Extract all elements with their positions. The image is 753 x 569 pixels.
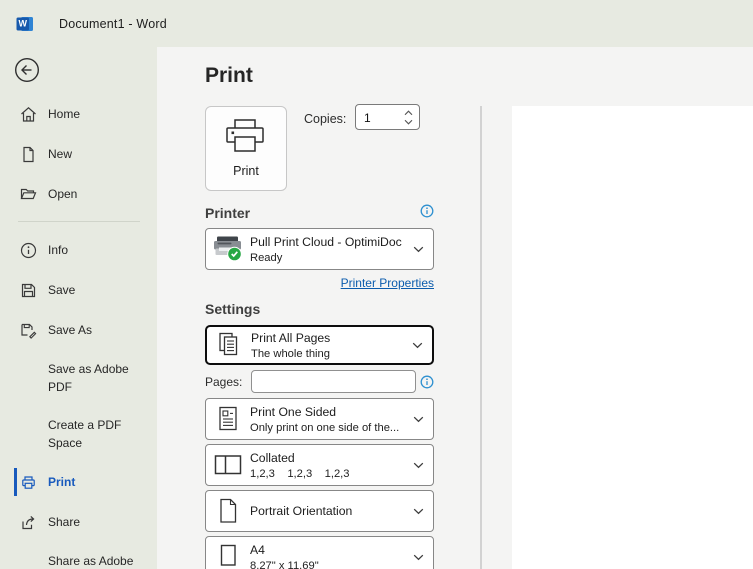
printer-name: Pull Print Cloud - OptimiDoc xyxy=(250,235,413,249)
sidebar-item-label: Open xyxy=(48,187,77,201)
chevron-down-icon xyxy=(413,554,424,561)
sidebar-item-label: Save xyxy=(48,283,75,297)
sidebar-item-label: New xyxy=(48,147,72,161)
back-arrow-icon xyxy=(14,57,40,83)
copies-stepper[interactable] xyxy=(355,104,420,130)
printer-status: Ready xyxy=(250,252,413,264)
collated-icon xyxy=(206,452,250,478)
select-title: A4 xyxy=(250,543,413,557)
paper-size-select[interactable]: A4 8.27" x 11.69" xyxy=(205,536,434,569)
open-folder-icon xyxy=(20,186,37,203)
document-preview-page xyxy=(512,106,753,569)
sidebar-item-label: Create a PDF Space xyxy=(48,417,148,452)
sidebar-item-label: Save as Adobe PDF xyxy=(48,361,148,396)
info-icon xyxy=(20,242,37,259)
svg-text:W: W xyxy=(18,18,27,28)
sidebar-item-label: Home xyxy=(48,107,80,121)
sidebar-item-save-as-adobe-pdf[interactable]: Save as Adobe PDF xyxy=(0,361,157,399)
page-title: Print xyxy=(205,64,253,88)
printer-info-icon[interactable] xyxy=(420,204,434,218)
word-logo-icon: W xyxy=(15,14,35,34)
home-icon xyxy=(20,106,37,123)
word-print-backstage: W Document1 - Word Home xyxy=(0,0,753,569)
copies-increment-button[interactable] xyxy=(403,108,414,117)
back-button[interactable] xyxy=(14,57,40,83)
print-button[interactable]: Print xyxy=(205,106,287,191)
pages-label: Pages: xyxy=(205,375,242,389)
save-icon xyxy=(20,282,37,299)
select-title: Print All Pages xyxy=(251,331,412,345)
select-subtitle: 1,2,3 1,2,3 1,2,3 xyxy=(250,468,413,480)
copies-input[interactable] xyxy=(356,105,410,131)
sidebar-item-new[interactable]: New xyxy=(0,140,157,168)
settings-section-heading: Settings xyxy=(205,301,260,317)
sidebar-item-print[interactable]: Print xyxy=(0,468,157,496)
duplex-select[interactable]: Print One Sided Only print on one side o… xyxy=(205,398,434,440)
sidebar-item-label: Save As xyxy=(48,323,92,337)
select-subtitle: The whole thing xyxy=(251,348,412,360)
print-all-pages-icon xyxy=(207,331,251,359)
chevron-down-icon xyxy=(413,508,424,515)
collation-select[interactable]: Collated 1,2,3 1,2,3 1,2,3 xyxy=(205,444,434,486)
print-range-select[interactable]: Print All Pages The whole thing xyxy=(205,325,434,365)
share-icon xyxy=(20,514,37,531)
print-icon xyxy=(20,474,37,491)
chevron-down-icon xyxy=(412,342,423,349)
printer-icon xyxy=(222,118,270,156)
chevron-up-icon xyxy=(404,110,413,116)
sidebar-item-share[interactable]: Share xyxy=(0,508,157,536)
sidebar-item-open[interactable]: Open xyxy=(0,180,157,208)
select-subtitle: 8.27" x 11.69" xyxy=(250,560,413,569)
sidebar-item-info[interactable]: Info xyxy=(0,236,157,264)
sidebar-item-label: Info xyxy=(48,243,68,257)
chevron-down-icon xyxy=(413,462,424,469)
window-title: Document1 - Word xyxy=(59,17,167,31)
sidebar-item-label: Print xyxy=(48,475,75,489)
sidebar-item-label: Share as Adobe xyxy=(48,553,148,569)
sidebar-divider xyxy=(18,221,140,222)
chevron-down-icon xyxy=(413,416,424,423)
settings-scrollbar[interactable] xyxy=(480,106,482,569)
copies-label: Copies: xyxy=(304,112,346,126)
select-title: Collated xyxy=(250,451,413,465)
portrait-orientation-icon xyxy=(206,497,250,525)
select-subtitle: Only print on one side of the... xyxy=(250,422,413,434)
save-as-icon xyxy=(20,322,37,339)
sidebar-item-save[interactable]: Save xyxy=(0,276,157,304)
pages-input[interactable] xyxy=(251,370,416,393)
chevron-down-icon xyxy=(404,119,413,125)
orientation-select[interactable]: Portrait Orientation xyxy=(205,490,434,532)
titlebar: W Document1 - Word xyxy=(0,0,753,47)
printer-select[interactable]: Pull Print Cloud - OptimiDoc Ready xyxy=(205,228,434,270)
chevron-down-icon xyxy=(413,246,424,253)
new-document-icon xyxy=(20,146,37,163)
sidebar: Home New Open Info xyxy=(0,47,157,569)
select-title: Print One Sided xyxy=(250,405,413,419)
printer-properties-link[interactable]: Printer Properties xyxy=(205,276,434,290)
pages-info-icon[interactable] xyxy=(420,375,434,389)
copies-decrement-button[interactable] xyxy=(403,117,414,126)
select-title: Portrait Orientation xyxy=(250,504,413,518)
sidebar-item-create-pdf-space[interactable]: Create a PDF Space xyxy=(0,417,157,455)
printer-device-icon xyxy=(206,235,250,263)
sidebar-item-save-as[interactable]: Save As xyxy=(0,316,157,344)
printer-section-heading: Printer xyxy=(205,205,250,221)
sidebar-item-share-as-adobe[interactable]: Share as Adobe xyxy=(0,553,157,569)
sidebar-item-label: Share xyxy=(48,515,80,529)
print-one-sided-icon xyxy=(206,405,250,433)
paper-size-icon xyxy=(206,543,250,569)
print-button-label: Print xyxy=(233,164,259,178)
sidebar-item-home[interactable]: Home xyxy=(0,100,157,128)
